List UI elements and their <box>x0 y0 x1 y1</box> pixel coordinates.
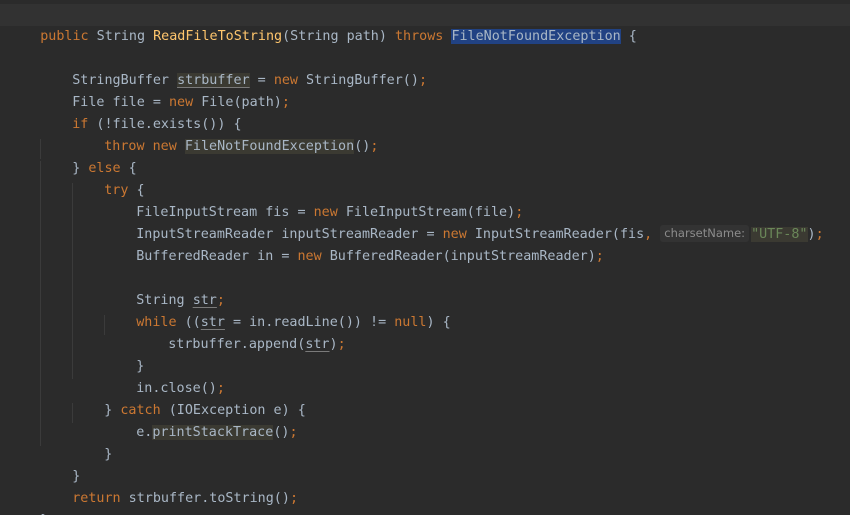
code-line-15[interactable]: strbuffer.append(str); <box>136 312 345 352</box>
code-line-16[interactable]: } <box>104 334 144 374</box>
code-line-4[interactable]: File file = new File(path); <box>40 70 290 110</box>
string-literal-utf8: "UTF-8" <box>751 227 808 242</box>
code-line-10[interactable]: InputStreamReader inputStreamReader = ne… <box>104 202 824 242</box>
code-line-1[interactable]: public String ReadFileToString(String pa… <box>8 4 637 44</box>
parameter-hint-charsetname: charsetName: <box>660 225 750 242</box>
method-params: (String path) <box>282 29 395 44</box>
code-line-23[interactable]: } <box>8 488 48 515</box>
code-line-18[interactable]: } catch (IOException e) { <box>72 378 306 418</box>
keyword-public: public <box>40 29 89 44</box>
code-line-20[interactable]: } <box>72 422 112 462</box>
code-line-3[interactable]: StringBuffer strbuffer = new StringBuffe… <box>40 48 427 88</box>
keyword-throws: throws <box>395 29 444 44</box>
indent-guide <box>40 161 41 446</box>
code-line-9[interactable]: FileInputStream fis = new FileInputStrea… <box>104 180 523 220</box>
code-editor[interactable]: public String ReadFileToString(String pa… <box>0 0 850 515</box>
code-line-11[interactable]: BufferedReader in = new BufferedReader(i… <box>104 224 604 264</box>
method-name: ReadFileToString <box>153 29 283 44</box>
exception-class-highlight: FileNotFoundException <box>184 139 355 154</box>
code-line-21[interactable]: } <box>40 444 80 484</box>
code-line-8[interactable]: try { <box>72 158 144 198</box>
variable-str: str <box>305 337 330 352</box>
code-line-22[interactable]: return strbuffer.toString(); <box>40 466 298 506</box>
code-line-7[interactable]: } else { <box>40 136 137 176</box>
code-line-19[interactable]: e.printStackTrace(); <box>104 400 298 440</box>
method-printstacktrace: printStackTrace <box>152 425 274 440</box>
return-type: String <box>88 29 154 44</box>
code-line-5[interactable]: if (!file.exists()) { <box>40 92 241 132</box>
code-line-13[interactable]: String str; <box>104 268 225 308</box>
code-line-6[interactable]: throw new FileNotFoundException(); <box>72 114 378 154</box>
code-line-17[interactable]: in.close(); <box>104 356 225 396</box>
code-line-14[interactable]: while ((str = in.readLine()) != null) { <box>104 290 450 330</box>
exception-search-highlight: FileNotFoundException <box>451 29 621 44</box>
